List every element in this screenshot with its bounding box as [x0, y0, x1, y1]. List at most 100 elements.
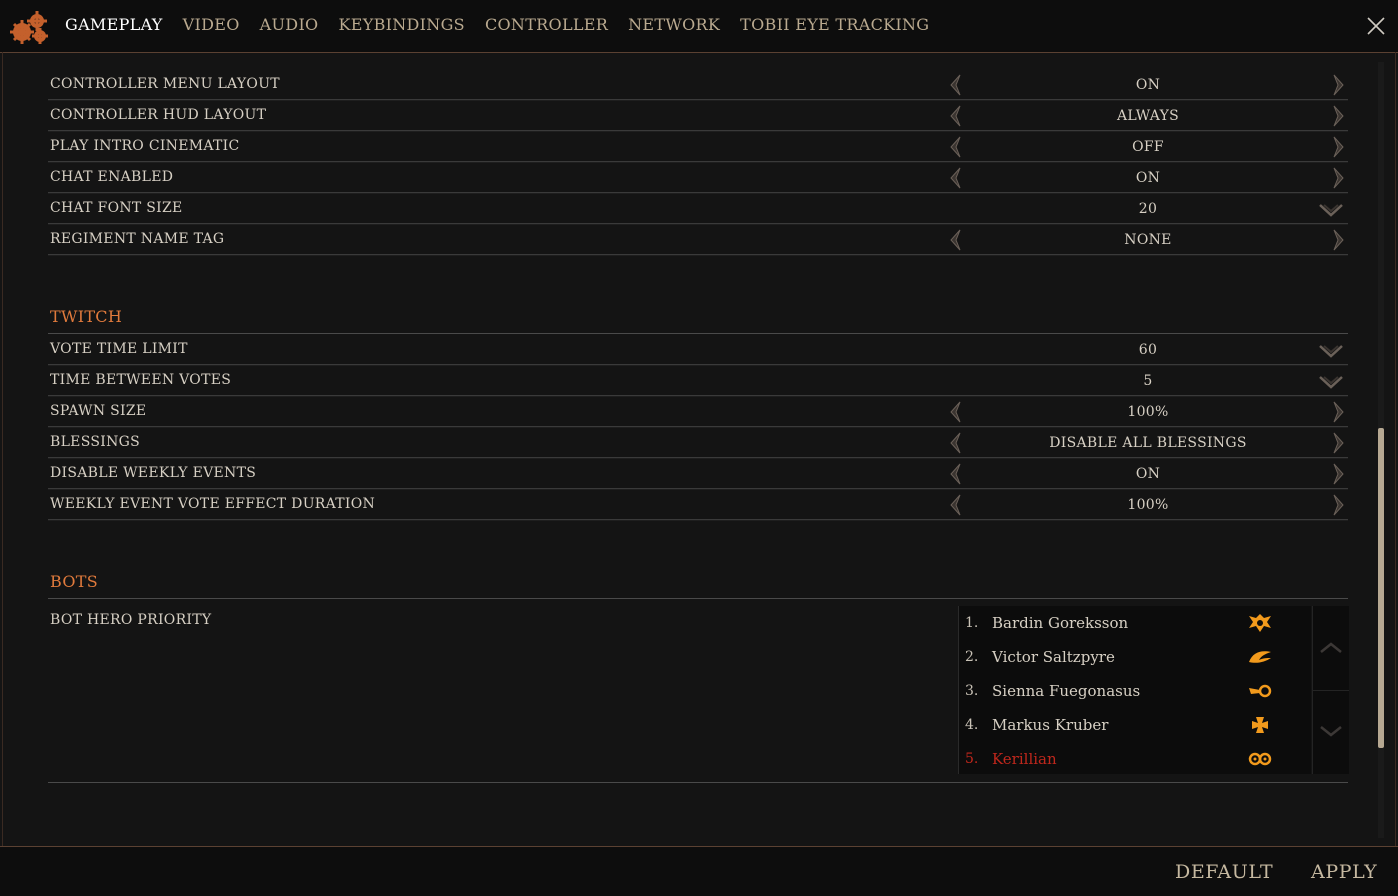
tab-gameplay[interactable]: GAMEPLAY	[65, 14, 163, 36]
setting-label: REGIMENT NAME TAG	[50, 231, 225, 247]
tab-bar: GAMEPLAY VIDEO AUDIO KEYBINDINGS CONTROLLER N…	[65, 14, 949, 36]
setting-row-vote-time-limit: VOTE TIME LIMIT 60	[48, 335, 1348, 365]
setting-label: CONTROLLER MENU LAYOUT	[50, 76, 280, 92]
setting-row-chat-font-size: CHAT FONT SIZE 20	[48, 194, 1348, 224]
bot-rank: 3.	[965, 683, 979, 699]
arrow-right-icon[interactable]	[1330, 104, 1346, 128]
setting-label: PLAY INTRO CINEMATIC	[50, 138, 240, 154]
settings-gear-icon	[10, 11, 48, 44]
top-bar: GAMEPLAY VIDEO AUDIO KEYBINDINGS CONTROLLER N…	[0, 0, 1398, 53]
arrow-left-icon[interactable]	[948, 431, 964, 455]
tab-video[interactable]: VIDEO	[183, 14, 240, 36]
chevron-down-icon[interactable]	[1318, 374, 1344, 389]
setting-row-weekly-event-vote-effect-duration: WEEKLY EVENT VOTE EFFECT DURATION 100%	[48, 490, 1348, 520]
tab-keybindings[interactable]: KEYBINDINGS	[338, 14, 464, 36]
list-item[interactable]: 3. Sienna Fuegonasus	[959, 674, 1311, 708]
setting-value: ON	[1135, 170, 1161, 186]
arrow-left-icon[interactable]	[948, 400, 964, 424]
list-item[interactable]: 5. Kerillian	[959, 742, 1311, 776]
chevron-down-icon[interactable]	[1318, 202, 1344, 217]
default-button[interactable]: DEFAULT	[1175, 861, 1273, 883]
setting-label: CHAT FONT SIZE	[50, 200, 183, 216]
bot-name: Kerillian	[992, 750, 1057, 768]
arrow-right-icon[interactable]	[1330, 73, 1346, 97]
chevron-down-icon	[1320, 726, 1342, 737]
setting-value: DISABLE ALL BLESSINGS	[1049, 435, 1247, 451]
scrollbar-thumb[interactable]	[1378, 428, 1384, 748]
setting-label: SPAWN SIZE	[50, 403, 147, 419]
arrow-left-icon[interactable]	[948, 135, 964, 159]
bot-name: Victor Saltzpyre	[992, 648, 1115, 666]
tab-tobii-eye-tracking[interactable]: TOBII EYE TRACKING	[740, 14, 929, 36]
arrow-right-icon[interactable]	[1330, 400, 1346, 424]
move-down-button[interactable]	[1313, 691, 1349, 774]
setting-label: BLESSINGS	[50, 434, 140, 450]
setting-value: 20	[1138, 201, 1158, 217]
arrow-left-icon[interactable]	[948, 493, 964, 517]
fire-emblem-icon	[1247, 680, 1273, 702]
setting-label: BOT HERO PRIORITY	[50, 612, 212, 628]
setting-value: OFF	[1132, 139, 1164, 155]
setting-row-time-between-votes: TIME BETWEEN VOTES 5	[48, 366, 1348, 396]
setting-label: DISABLE WEEKLY EVENTS	[50, 465, 257, 481]
move-up-button[interactable]	[1313, 606, 1349, 691]
dwarf-emblem-icon	[1247, 612, 1273, 634]
section-heading-twitch: TWITCH	[48, 302, 1348, 334]
tab-audio[interactable]: AUDIO	[260, 14, 319, 36]
section-title: BOTS	[50, 572, 99, 591]
setting-value: 60	[1138, 342, 1158, 358]
settings-content: CONTROLLER MENU LAYOUT ON CONTROLLER HUD L…	[48, 70, 1349, 783]
cross-emblem-icon	[1247, 714, 1273, 736]
frame-border-right	[1395, 52, 1396, 848]
bot-order-controls	[1312, 606, 1349, 774]
chevron-down-icon[interactable]	[1318, 343, 1344, 358]
arrow-right-icon[interactable]	[1330, 135, 1346, 159]
setting-value: 100%	[1127, 497, 1169, 513]
arrow-right-icon[interactable]	[1330, 166, 1346, 190]
setting-value: 5	[1143, 373, 1153, 389]
setting-label: CHAT ENABLED	[50, 169, 174, 185]
bot-name: Sienna Fuegonasus	[992, 682, 1141, 700]
chevron-up-icon	[1320, 642, 1342, 653]
setting-label: TIME BETWEEN VOTES	[50, 372, 232, 388]
bot-name: Markus Kruber	[992, 716, 1109, 734]
section-title: TWITCH	[50, 307, 123, 326]
setting-value: ALWAYS	[1116, 108, 1180, 124]
setting-row-blessings: BLESSINGS DISABLE ALL BLESSINGS	[48, 428, 1348, 458]
section-heading-bots: BOTS	[48, 567, 1348, 599]
setting-row-spawn-size: SPAWN SIZE 100%	[48, 397, 1348, 427]
arrow-left-icon[interactable]	[948, 462, 964, 486]
witch-hunter-emblem-icon	[1247, 646, 1273, 668]
arrow-left-icon[interactable]	[948, 166, 964, 190]
list-item[interactable]: 2. Victor Saltzpyre	[959, 640, 1311, 674]
setting-value: ON	[1135, 77, 1161, 93]
bot-rank: 5.	[965, 751, 979, 767]
bot-rank: 4.	[965, 717, 979, 733]
setting-label: WEEKLY EVENT VOTE EFFECT DURATION	[50, 496, 376, 512]
setting-row-controller-menu-layout: CONTROLLER MENU LAYOUT ON	[48, 70, 1348, 100]
arrow-right-icon[interactable]	[1330, 228, 1346, 252]
arrow-right-icon[interactable]	[1330, 493, 1346, 517]
setting-row-bot-hero-priority: BOT HERO PRIORITY 1. Bardin Goreksson 2. Vic…	[48, 600, 1349, 783]
setting-row-play-intro-cinematic: PLAY INTRO CINEMATIC OFF	[48, 132, 1348, 162]
arrow-right-icon[interactable]	[1330, 431, 1346, 455]
setting-value: 100%	[1127, 404, 1169, 420]
bot-rank: 1.	[965, 615, 979, 631]
arrow-left-icon[interactable]	[948, 73, 964, 97]
setting-row-controller-hud-layout: CONTROLLER HUD LAYOUT ALWAYS	[48, 101, 1348, 131]
apply-button[interactable]: APPLY	[1311, 861, 1377, 883]
list-item[interactable]: 1. Bardin Goreksson	[959, 606, 1311, 640]
close-icon[interactable]	[1366, 16, 1386, 36]
bottom-bar: DEFAULT APPLY	[0, 846, 1398, 896]
tab-controller[interactable]: CONTROLLER	[485, 14, 608, 36]
setting-row-regiment-name-tag: REGIMENT NAME TAG NONE	[48, 225, 1348, 255]
setting-value: NONE	[1124, 232, 1172, 248]
arrow-right-icon[interactable]	[1330, 462, 1346, 486]
arrow-left-icon[interactable]	[948, 104, 964, 128]
tab-network[interactable]: NETWORK	[628, 14, 720, 36]
setting-value: ON	[1135, 466, 1161, 482]
bot-name: Bardin Goreksson	[992, 614, 1129, 632]
list-item[interactable]: 4. Markus Kruber	[959, 708, 1311, 742]
frame-border-left	[2, 52, 3, 848]
arrow-left-icon[interactable]	[948, 228, 964, 252]
